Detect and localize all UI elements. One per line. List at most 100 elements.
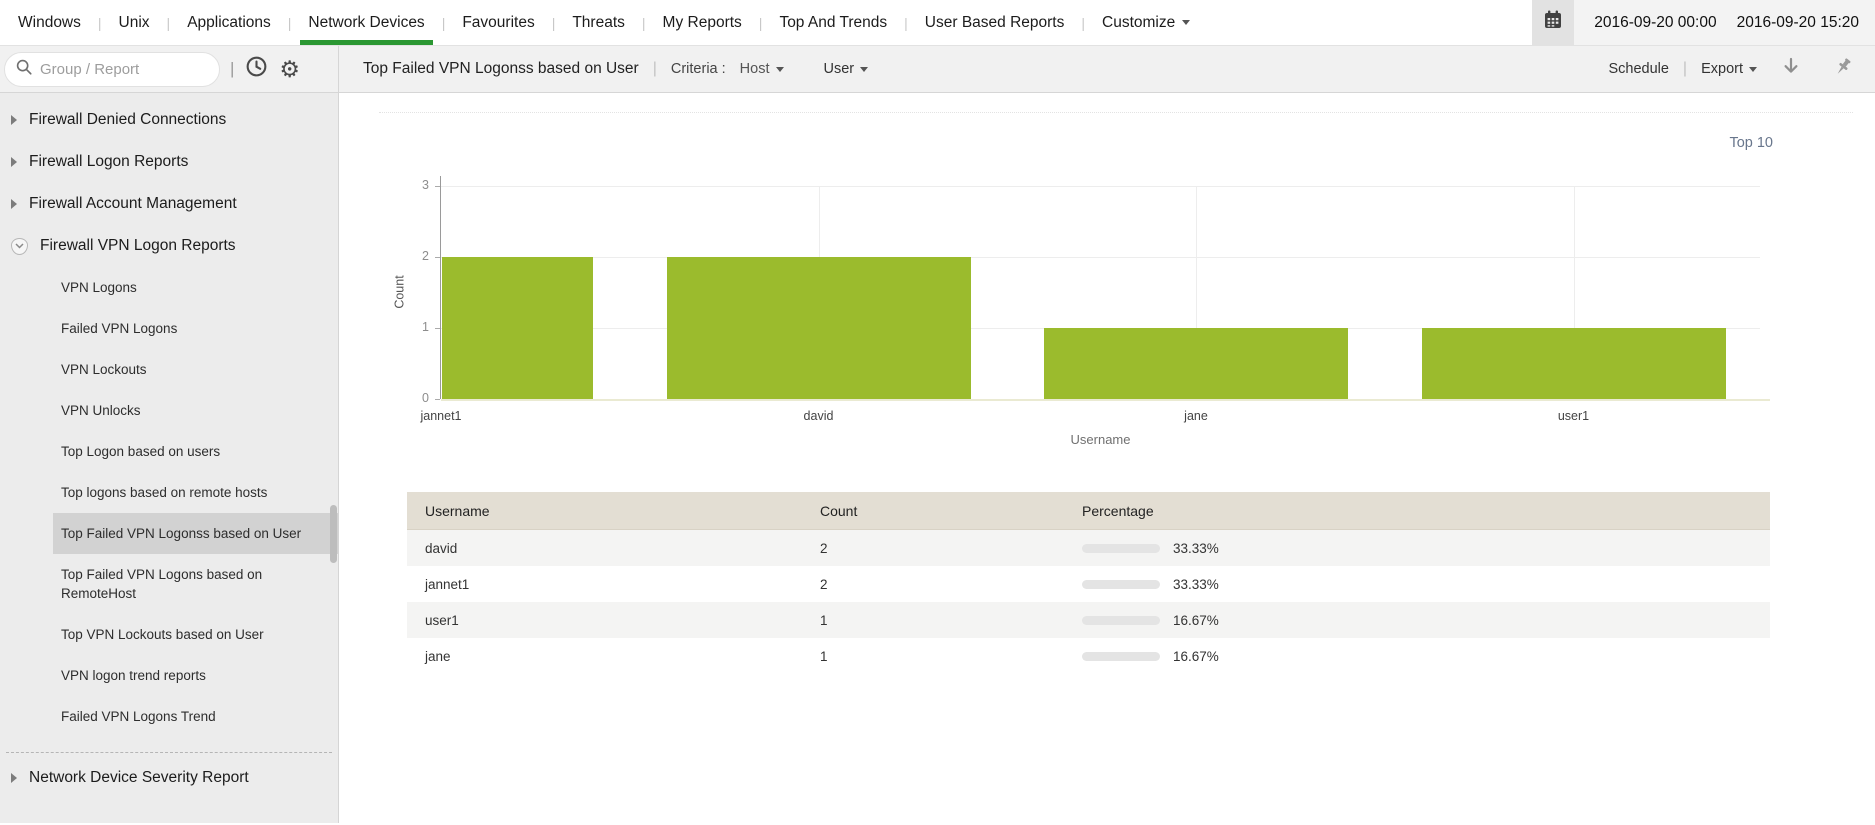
date-start[interactable]: 2016-09-20 00:00	[1594, 14, 1716, 32]
nav-separator: |	[904, 14, 908, 31]
top-n-badge: Top 10	[1729, 135, 1773, 151]
panel-top-border	[379, 112, 1853, 113]
cell-username: jannet1	[425, 576, 470, 592]
tab-threats[interactable]: Threats	[566, 0, 631, 45]
export-dropdown[interactable]: Export	[1701, 61, 1757, 77]
toolbar-separator: |	[230, 59, 235, 78]
settings-button[interactable]: ⚙	[279, 57, 300, 81]
chart-bar-user1[interactable]	[1421, 328, 1726, 399]
criteria-user-dropdown[interactable]: User	[824, 61, 869, 77]
sidebar-scrollbar[interactable]	[330, 505, 337, 563]
nav-separator: |	[441, 14, 446, 31]
percentage-value: 33.33%	[1173, 576, 1219, 592]
download-button[interactable]	[1779, 55, 1803, 84]
criteria-host-dropdown[interactable]: Host	[740, 61, 784, 77]
table-row-user1[interactable]: user1 1 16.67%	[407, 602, 1770, 638]
chart-bar-jane[interactable]	[1044, 328, 1348, 399]
table-row-jane[interactable]: jane 1 16.67%	[407, 638, 1770, 674]
sidebar-group-firewall-account-management[interactable]: Firewall Account Management	[0, 183, 338, 225]
cell-username: user1	[425, 612, 459, 628]
x-tick-label: jane	[1184, 409, 1208, 423]
percentage-value: 16.67%	[1173, 648, 1219, 664]
tab-windows[interactable]: Windows	[12, 0, 87, 45]
tab-top-and-trends[interactable]: Top And Trends	[773, 0, 893, 45]
sidebar-item-vpn-unlocks[interactable]: VPN Unlocks	[53, 390, 338, 431]
nav-tabs: Windows | Unix | Applications | Network Device…	[0, 0, 1196, 45]
chevron-down-icon	[1182, 20, 1191, 25]
x-tick-label: david	[803, 409, 834, 423]
cell-percentage: 16.67%	[1082, 649, 1770, 664]
tab-unix[interactable]: Unix	[113, 0, 156, 45]
tab-label: My Reports	[662, 13, 742, 31]
y-tick-label: 2	[422, 249, 429, 263]
cell-count: 2	[820, 576, 828, 592]
sidebar-item-vpn-logons[interactable]: VPN Logons	[53, 267, 338, 308]
tab-label: Unix	[118, 13, 150, 31]
sidebar-divider	[6, 752, 332, 753]
sidebar-item-top-failed-vpn-logons-based-on-remotehost[interactable]: Top Failed VPN Logons based on RemoteHos…	[53, 554, 338, 614]
sidebar-group-label: Firewall Denied Connections	[29, 111, 227, 128]
sidebar-item-top-failed-vpn-logonss-based-on-user[interactable]: Top Failed VPN Logonss based on User	[53, 513, 338, 554]
recent-reports-button[interactable]	[244, 54, 269, 84]
tab-label: Applications	[187, 13, 271, 31]
cell-percentage: 33.33%	[1082, 577, 1770, 592]
calendar-button[interactable]	[1532, 0, 1575, 45]
clock-icon	[244, 54, 269, 84]
search-icon	[15, 58, 33, 81]
table-row-david[interactable]: david 2 33.33%	[407, 530, 1770, 566]
top-nav-bar: Windows | Unix | Applications | Network Device…	[0, 0, 1875, 45]
toolbar-separator: |	[1682, 60, 1688, 77]
sidebar-group-firewall-logon-reports[interactable]: Firewall Logon Reports	[0, 141, 338, 183]
date-end[interactable]: 2016-09-20 15:20	[1737, 14, 1859, 32]
tab-network-devices[interactable]: Network Devices	[300, 0, 433, 45]
sidebar-group-label: Firewall VPN Logon Reports	[40, 237, 236, 254]
sidebar-children: VPN Logons Failed VPN Logons VPN Lockouts V…	[0, 267, 338, 737]
sidebar-group-network-device-severity-report[interactable]: Network Device Severity Report	[0, 757, 338, 799]
tab-my-reports[interactable]: My Reports	[657, 0, 748, 45]
x-tick-label: jannet1	[420, 409, 462, 423]
sidebar-search[interactable]	[4, 51, 220, 87]
sidebar-item-top-logons-based-on-remote-hosts[interactable]: Top logons based on remote hosts	[53, 472, 338, 513]
sidebar-group-label: Network Device Severity Report	[29, 769, 249, 786]
tab-applications[interactable]: Applications	[181, 0, 277, 45]
sidebar-item-top-logon-based-on-users[interactable]: Top Logon based on users	[53, 431, 338, 472]
percentage-value: 33.33%	[1173, 540, 1219, 556]
percentage-value: 16.67%	[1173, 612, 1219, 628]
pin-button[interactable]	[1831, 55, 1855, 84]
sidebar-item-vpn-lockouts[interactable]: VPN Lockouts	[53, 349, 338, 390]
chart-bar-jannet1[interactable]	[442, 257, 593, 399]
chevron-down-icon	[775, 66, 784, 72]
chart-bar-david[interactable]	[666, 257, 971, 399]
sidebar-item-failed-vpn-logons[interactable]: Failed VPN Logons	[53, 308, 338, 349]
column-header-username: Username	[425, 502, 490, 519]
nav-separator: |	[1081, 14, 1085, 31]
sidebar-header: | ⚙	[0, 46, 339, 92]
sidebar-item-top-vpn-lockouts-based-on-user[interactable]: Top VPN Lockouts based on User	[53, 614, 338, 655]
sidebar-group-firewall-denied-connections[interactable]: Firewall Denied Connections	[0, 99, 338, 141]
y-axis-title: Count	[392, 274, 407, 309]
schedule-button[interactable]: Schedule	[1608, 61, 1668, 77]
tab-label: Top And Trends	[779, 13, 888, 31]
tab-customize[interactable]: Customize	[1096, 0, 1196, 45]
tab-label: Favourites	[462, 13, 535, 31]
tab-favourites[interactable]: Favourites	[456, 0, 540, 45]
percentage-bar	[1082, 615, 1160, 625]
tab-label: Network Devices	[308, 13, 425, 31]
y-tick-label: 3	[422, 178, 429, 192]
criteria-user-value: User	[823, 61, 855, 77]
y-tick-label: 1	[422, 320, 429, 334]
tab-label: Threats	[572, 13, 625, 31]
sidebar-group-label: Firewall Logon Reports	[29, 153, 189, 170]
gridline-horizontal	[441, 257, 1760, 258]
nav-separator: |	[97, 14, 102, 31]
sidebar-group-firewall-vpn-logon-reports[interactable]: Firewall VPN Logon Reports	[0, 225, 338, 267]
search-input[interactable]	[40, 60, 209, 78]
page-title: Top Failed VPN Logonss based on User	[363, 60, 639, 77]
column-header-percentage: Percentage	[1082, 502, 1154, 519]
pushpin-icon	[1831, 55, 1855, 84]
table-row-jannet1[interactable]: jannet1 2 33.33%	[407, 566, 1770, 602]
tab-user-based-reports[interactable]: User Based Reports	[919, 0, 1071, 45]
sidebar-item-failed-vpn-logons-trend[interactable]: Failed VPN Logons Trend	[53, 696, 338, 737]
sidebar-item-vpn-logon-trend-reports[interactable]: VPN logon trend reports	[53, 655, 338, 696]
report-table: Username Count Percentage david 2 33.33% janne…	[407, 492, 1770, 674]
